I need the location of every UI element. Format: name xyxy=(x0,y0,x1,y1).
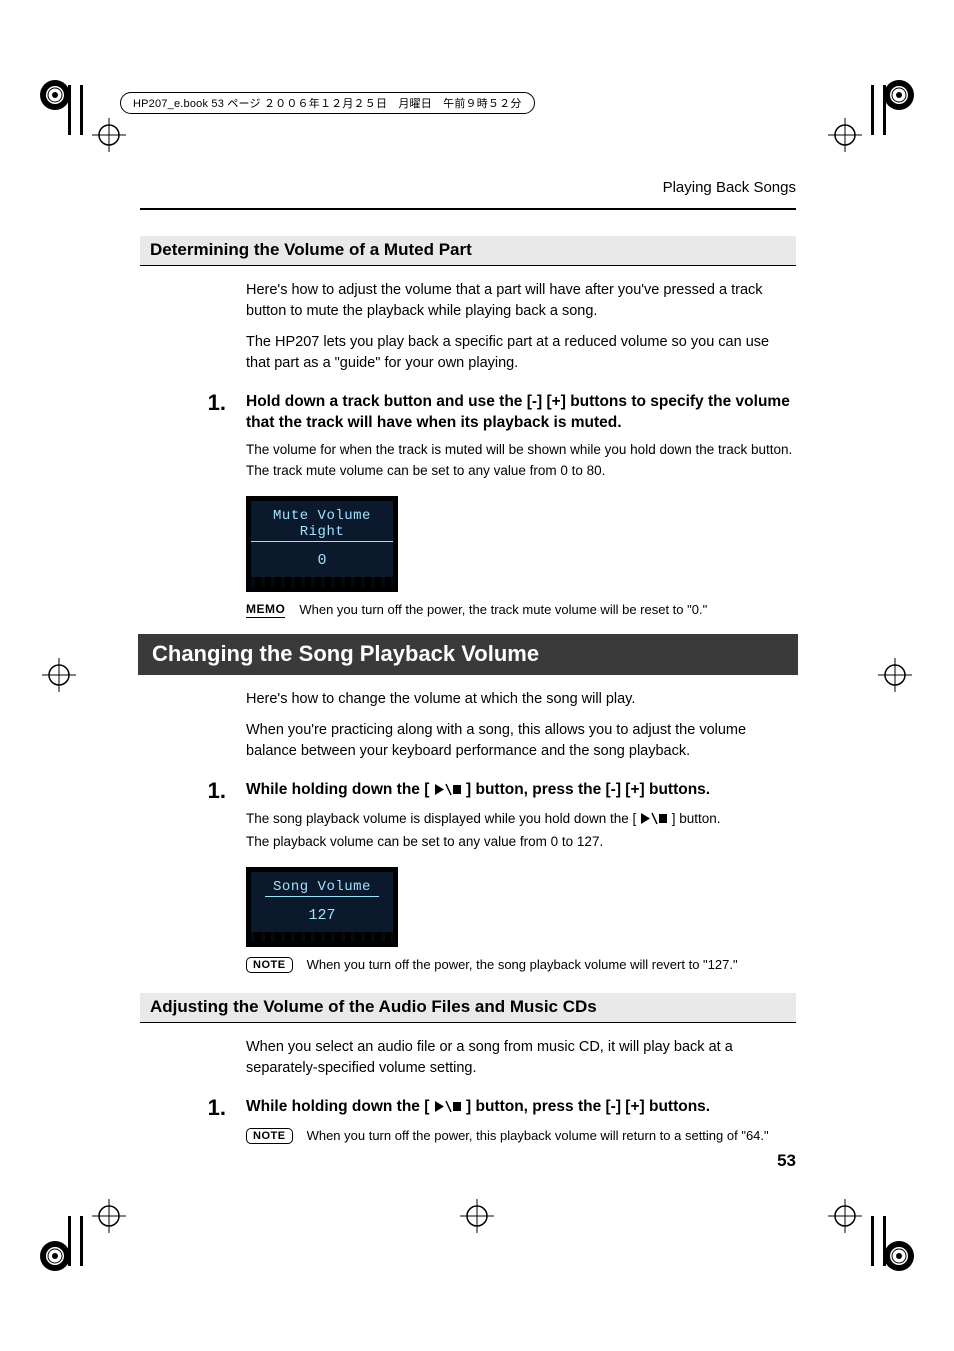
reg-crosshair-br xyxy=(828,1199,862,1233)
sec2-step-txt: While holding down the [ ] button, press… xyxy=(246,780,796,803)
sec3-step: 1. While holding down the [ ] button, pr… xyxy=(140,1097,796,1120)
reg-vbar-tl xyxy=(80,85,83,135)
note-label: NOTE xyxy=(246,1128,293,1144)
reg-vbar-tr xyxy=(871,85,874,135)
sec1-lcd-title: Mute Volume Right xyxy=(251,505,393,542)
note-label: NOTE xyxy=(246,957,293,973)
reg-bullseye-br xyxy=(882,1239,916,1273)
sec3-note: NOTE When you turn off the power, this p… xyxy=(246,1128,796,1144)
sec2-step-num: 1. xyxy=(140,780,236,803)
sec3-note-text: When you turn off the power, this playba… xyxy=(307,1128,769,1143)
sec3-p1: When you select an audio file or a song … xyxy=(246,1037,796,1079)
sec2-lcd-value: 127 xyxy=(251,897,393,932)
sec1-memo-text: When you turn off the power, the track m… xyxy=(299,602,707,617)
sec3-step-num: 1. xyxy=(140,1097,236,1120)
play-stop-icon xyxy=(640,811,668,832)
running-rule xyxy=(140,208,796,210)
content: Determining the Volume of a Muted Part H… xyxy=(140,236,796,1160)
sec2-note-text: When you turn off the power, the song pl… xyxy=(307,957,738,972)
sec1-step: 1. Hold down a track button and use the … xyxy=(140,392,796,434)
sec2-sp1-pre: The song playback volume is displayed wh… xyxy=(246,811,636,826)
sec2-sp1-post: ] button. xyxy=(672,811,721,826)
sec1-step-txt: Hold down a track button and use the [-]… xyxy=(246,392,796,434)
sec1-sp2: The track mute volume can be set to any … xyxy=(246,461,796,482)
page: HP207_e.book 53 ページ ２００６年１２月２５日 月曜日 午前９時… xyxy=(0,0,954,1351)
sec2-lcd-title: Song Volume xyxy=(265,876,379,897)
sec2-sp1: The song playback volume is displayed wh… xyxy=(246,809,796,832)
book-header: HP207_e.book 53 ページ ２００６年１２月２５日 月曜日 午前９時… xyxy=(120,92,535,114)
sec1-lcd-value: 0 xyxy=(251,542,393,577)
sec3-step-pre: While holding down the [ xyxy=(246,1098,429,1115)
sec2-heading: Changing the Song Playback Volume xyxy=(138,634,798,675)
reg-bullseye-tl xyxy=(38,78,72,112)
sec1-p1: Here's how to adjust the volume that a p… xyxy=(246,280,796,322)
sec2-step: 1. While holding down the [ ] button, pr… xyxy=(140,780,796,803)
sec2-note: NOTE When you turn off the power, the so… xyxy=(246,957,796,973)
reg-crosshair-ml xyxy=(42,658,76,692)
sec1-step-num: 1. xyxy=(140,392,236,434)
sec1-p2: The HP207 lets you play back a specific … xyxy=(246,332,796,374)
reg-vbar-tr2 xyxy=(883,85,886,135)
reg-vbar-br xyxy=(871,1216,874,1266)
sec3-step-post: ] button, press the [-] [+] buttons. xyxy=(466,1098,710,1115)
reg-crosshair-bc xyxy=(460,1199,494,1233)
sec2-sp2: The playback volume can be set to any va… xyxy=(246,832,796,853)
memo-label: MEMO xyxy=(246,602,285,618)
sec2-p1: Here's how to change the volume at which… xyxy=(246,689,796,710)
sec2-step-pre: While holding down the [ xyxy=(246,781,429,798)
reg-vbar-tl2 xyxy=(68,85,71,135)
book-header-text: HP207_e.book 53 ページ ２００６年１２月２５日 月曜日 午前９時… xyxy=(120,92,535,114)
page-number: 53 xyxy=(777,1151,796,1171)
sec2-p2: When you're practicing along with a song… xyxy=(246,720,796,762)
reg-vbar-bl2 xyxy=(68,1216,71,1266)
sec3-heading: Adjusting the Volume of the Audio Files … xyxy=(140,993,796,1023)
play-stop-icon xyxy=(434,1099,462,1120)
reg-vbar-br2 xyxy=(883,1216,886,1266)
running-head: Playing Back Songs xyxy=(663,179,796,196)
sec1-lcd: Mute Volume Right 0 xyxy=(246,496,796,592)
sec2-step-post: ] button, press the [-] [+] buttons. xyxy=(466,781,710,798)
reg-crosshair-tr xyxy=(828,118,862,152)
reg-bullseye-bl xyxy=(38,1239,72,1273)
play-stop-icon xyxy=(434,782,462,803)
reg-crosshair-bl xyxy=(92,1199,126,1233)
reg-bullseye-tr xyxy=(882,78,916,112)
reg-crosshair-tl xyxy=(92,118,126,152)
sec3-step-txt: While holding down the [ ] button, press… xyxy=(246,1097,796,1120)
sec1-memo: MEMO When you turn off the power, the tr… xyxy=(246,602,796,618)
sec1-heading: Determining the Volume of a Muted Part xyxy=(140,236,796,266)
sec1-sp1: The volume for when the track is muted w… xyxy=(246,440,796,461)
sec2-lcd: Song Volume 127 xyxy=(246,867,796,947)
reg-crosshair-mr xyxy=(878,658,912,692)
reg-vbar-bl xyxy=(80,1216,83,1266)
